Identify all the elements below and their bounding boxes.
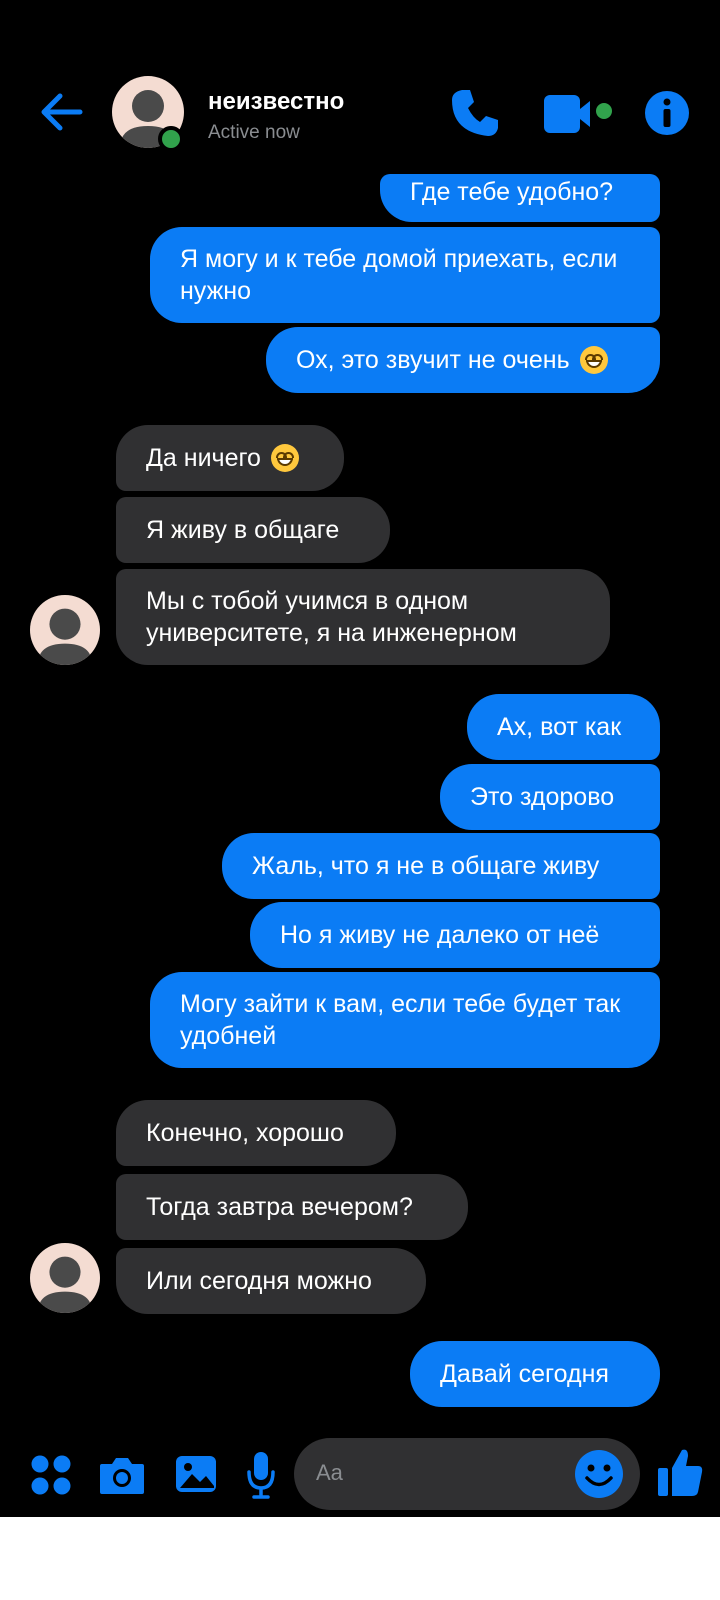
outgoing-message[interactable]: Но я живу не далеко от неё <box>250 902 660 968</box>
incoming-message[interactable]: Да ничего <box>116 425 344 491</box>
bottom-navigation-area <box>0 1517 720 1600</box>
contact-status: Active now <box>208 122 300 143</box>
message-input-placeholder: Aa <box>316 1460 343 1485</box>
message-text: Это здорово <box>470 783 615 811</box>
camera-icon[interactable] <box>98 1454 146 1496</box>
online-status-dot <box>158 126 184 152</box>
outgoing-message[interactable]: Это здорово <box>440 764 660 830</box>
outgoing-message[interactable]: Я могу и к тебе домой приехать, если нуж… <box>150 227 660 323</box>
outgoing-message[interactable]: Где тебе удобно? <box>380 174 660 222</box>
thumbs-up-icon[interactable] <box>656 1446 704 1498</box>
outgoing-message[interactable]: Жаль, что я не в общаге живу <box>222 833 660 899</box>
incoming-message[interactable]: Мы с тобой учимся в одном университете, … <box>116 569 610 665</box>
grinning-squinting-emoji-icon <box>579 346 608 374</box>
outgoing-message[interactable]: Ах, вот как <box>467 694 660 760</box>
outgoing-message[interactable]: Давай сегодня <box>410 1341 660 1407</box>
phone-icon[interactable] <box>448 86 502 140</box>
message-text: Ах, вот как <box>497 713 622 741</box>
incoming-message[interactable]: Конечно, хорошо <box>116 1100 396 1166</box>
message-text: Да ничего <box>146 444 261 472</box>
menu-dots-icon[interactable] <box>30 1454 72 1496</box>
info-icon[interactable] <box>644 90 690 136</box>
contact-name[interactable]: неизвестно <box>208 88 344 116</box>
message-text: Где тебе удобно? <box>410 178 614 206</box>
message-text: Жаль, что я не в общаге живу <box>252 852 600 880</box>
sender-avatar[interactable] <box>30 1243 100 1313</box>
microphone-icon[interactable] <box>246 1450 276 1500</box>
video-camera-icon[interactable] <box>544 93 614 135</box>
incoming-message[interactable]: Я живу в общаге <box>116 497 390 563</box>
message-text: Но я живу не далеко от неё <box>280 921 600 949</box>
incoming-message[interactable]: Или сегодня можно <box>116 1248 426 1314</box>
message-text: Я живу в общаге <box>146 516 340 544</box>
incoming-message[interactable]: Тогда завтра вечером? <box>116 1174 468 1240</box>
message-text: Или сегодня можно <box>146 1267 372 1295</box>
image-icon[interactable] <box>174 1452 218 1496</box>
message-text: Ох, это звучит не очень <box>296 346 570 374</box>
outgoing-message[interactable]: Ох, это звучит не очень <box>266 327 660 393</box>
message-text: Могу зайти к вам, если тебе будет так уд… <box>180 990 621 1050</box>
message-text: Тогда завтра вечером? <box>146 1193 413 1221</box>
emoji-icon[interactable] <box>574 1449 624 1499</box>
message-text: Я могу и к тебе домой приехать, если нуж… <box>180 245 618 305</box>
sender-avatar[interactable] <box>30 595 100 665</box>
back-arrow-icon[interactable] <box>36 86 88 138</box>
outgoing-message[interactable]: Могу зайти к вам, если тебе будет так уд… <box>150 972 660 1068</box>
grinning-squinting-emoji-icon <box>270 444 299 472</box>
message-text: Давай сегодня <box>440 1360 609 1388</box>
message-text: Конечно, хорошо <box>146 1119 344 1147</box>
message-text: Мы с тобой учимся в одном университете, … <box>146 587 517 647</box>
